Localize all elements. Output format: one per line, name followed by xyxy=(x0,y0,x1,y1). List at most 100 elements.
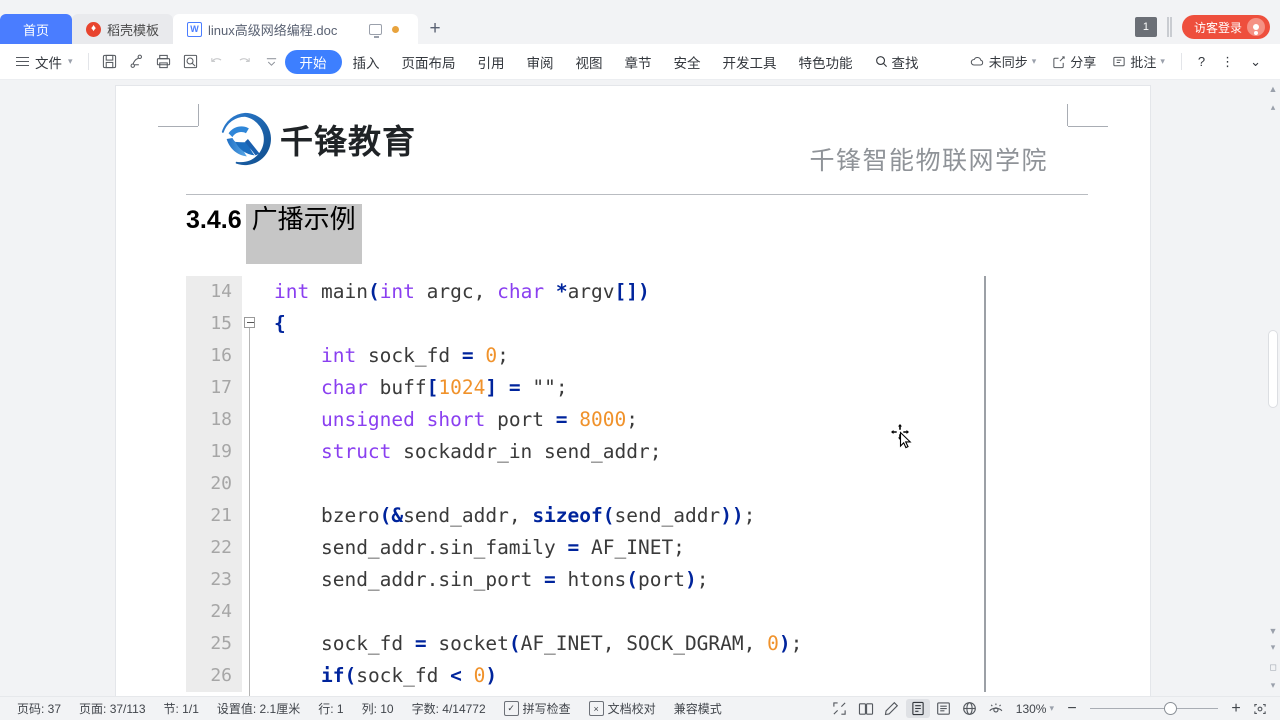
new-tab-button[interactable]: + xyxy=(418,14,452,44)
status-setting-value[interactable]: 设置值: 2.1厘米 xyxy=(208,700,309,717)
sync-status-button[interactable]: 未同步 ▾ xyxy=(963,50,1044,74)
scrollbar-thumb[interactable] xyxy=(1268,330,1278,408)
chevron-down-icon: ▾ xyxy=(1049,703,1054,713)
select-browse-object-button[interactable]: ◻ xyxy=(1267,660,1279,674)
status-spellcheck-label: 拼写检查 xyxy=(522,702,571,716)
fold-collapse-icon[interactable] xyxy=(244,317,255,328)
tab-chapter[interactable]: 章节 xyxy=(614,50,663,74)
status-section[interactable]: 节: 1/1 xyxy=(155,700,208,717)
chevron-down-icon: ▾ xyxy=(68,56,73,66)
code-line: 21 bzero(&send_addr, sizeof(send_addr)); xyxy=(186,500,984,532)
page-view-icon[interactable] xyxy=(905,699,930,718)
code-block[interactable]: 14 int main(int argc, char *argv[]) 15 {16 … xyxy=(186,276,986,696)
outline-view-icon[interactable] xyxy=(932,699,956,718)
fold-guide-line xyxy=(249,628,250,660)
code-line: 26 if(sock_fd < 0) xyxy=(186,660,984,692)
tab-dev-tools[interactable]: 开发工具 xyxy=(712,50,788,74)
share-icon[interactable] xyxy=(123,49,150,75)
fullscreen-icon[interactable] xyxy=(828,699,852,718)
fold-guide-line xyxy=(249,340,250,372)
print-icon[interactable] xyxy=(150,49,177,75)
code-fold-gutter[interactable] xyxy=(242,308,262,696)
help-button[interactable]: ? xyxy=(1191,50,1212,74)
scroll-prev-page-button[interactable]: ▴ xyxy=(1267,100,1279,114)
document-canvas[interactable]: 千锋教育 千锋智能物联网学院 3.4.6 广播示例 14 int main(int… xyxy=(0,80,1280,696)
status-row[interactable]: 行: 1 xyxy=(309,700,352,717)
window-count-badge[interactable]: 1 xyxy=(1134,17,1157,37)
fold-guide-line xyxy=(249,404,250,436)
proofread-icon: × xyxy=(588,701,604,716)
zoom-slider-knob[interactable] xyxy=(1164,702,1177,715)
tab-security[interactable]: 安全 xyxy=(663,50,712,74)
word-doc-icon: W xyxy=(187,21,203,37)
tab-home[interactable]: 首页 xyxy=(0,14,72,44)
status-page-count[interactable]: 页面: 37/113 xyxy=(70,700,154,717)
code-line-text: if(sock_fd < 0) xyxy=(320,664,498,687)
status-page-number[interactable]: 页码: 37 xyxy=(8,700,70,717)
vertical-scrollbar[interactable]: ▲ ▴ ▼ ▾ ◻ ▾ xyxy=(1266,80,1280,696)
web-view-icon[interactable] xyxy=(958,699,982,718)
code-line-text: { xyxy=(274,312,286,335)
status-proofread[interactable]: × 文档校对 xyxy=(580,700,665,717)
code-fold-gutter xyxy=(242,372,262,404)
scroll-page-down-button[interactable]: ▾ xyxy=(1267,678,1279,692)
print-preview-icon[interactable] xyxy=(177,49,204,75)
zoom-slider[interactable] xyxy=(1090,702,1218,716)
document-page[interactable]: 千锋教育 千锋智能物联网学院 3.4.6 广播示例 14 int main(int… xyxy=(116,86,1150,696)
code-line: 18 unsigned short port = 8000; xyxy=(186,404,984,436)
mouse-cursor xyxy=(891,424,917,452)
tab-references[interactable]: 引用 xyxy=(467,50,516,74)
section-heading[interactable]: 3.4.6 广播示例 xyxy=(186,204,362,265)
guest-login-button[interactable]: 访客登录 xyxy=(1181,15,1270,39)
zoom-out-button[interactable]: − xyxy=(1062,700,1082,718)
more-options-button[interactable]: ⋮ xyxy=(1214,50,1241,74)
fold-guide-line xyxy=(249,596,250,628)
scroll-next-page-button[interactable]: ▾ xyxy=(1267,640,1279,654)
tab-review[interactable]: 审阅 xyxy=(516,50,565,74)
redo-icon[interactable] xyxy=(231,49,258,75)
find-button[interactable]: 查找 xyxy=(864,50,930,74)
header-divider-line xyxy=(186,194,1088,195)
status-compat-mode[interactable]: 兼容模式 xyxy=(665,700,731,717)
edit-pen-icon[interactable] xyxy=(880,699,904,718)
zoom-in-button[interactable]: + xyxy=(1226,700,1246,718)
two-page-view-icon[interactable] xyxy=(854,699,878,718)
tab-page-layout[interactable]: 页面布局 xyxy=(391,50,467,74)
heading-text: 广播示例 xyxy=(245,204,362,265)
tab-view[interactable]: 视图 xyxy=(565,50,614,74)
quick-access-dropdown-icon[interactable] xyxy=(258,49,285,75)
unsaved-dot-icon[interactable] xyxy=(392,25,400,33)
code-line-number: 24 xyxy=(186,596,242,628)
code-line-text: int sock_fd = 0; xyxy=(320,344,509,367)
comment-button[interactable]: 批注 ▾ xyxy=(1105,50,1172,74)
status-column[interactable]: 列: 10 xyxy=(353,700,403,717)
file-menu-button[interactable]: 文件 ▾ xyxy=(8,49,81,75)
code-fold-gutter xyxy=(242,436,262,468)
code-line-number: 20 xyxy=(186,468,242,500)
save-icon[interactable] xyxy=(96,49,123,75)
status-bar: 页码: 37 页面: 37/113 节: 1/1 设置值: 2.1厘米 行: 1… xyxy=(0,696,1280,720)
share-button[interactable]: 分享 xyxy=(1045,50,1103,74)
tab-insert[interactable]: 插入 xyxy=(342,50,391,74)
code-line-text: struct sockaddr_in send_addr; xyxy=(320,440,662,463)
status-spellcheck[interactable]: ✓ 拼写检查 xyxy=(495,700,580,717)
scroll-up-button[interactable]: ▲ xyxy=(1267,82,1279,96)
status-word-count[interactable]: 字数: 4/14772 xyxy=(403,700,495,717)
header-corner-right xyxy=(1068,126,1108,127)
undo-icon[interactable] xyxy=(204,49,231,75)
eye-protect-icon[interactable] xyxy=(984,699,1008,718)
tab-start[interactable]: 开始 xyxy=(284,49,342,74)
scroll-down-button[interactable]: ▼ xyxy=(1267,624,1279,638)
fit-page-icon[interactable] xyxy=(1248,699,1272,718)
code-line: 19 struct sockaddr_in send_addr; xyxy=(186,436,984,468)
tab-document-active[interactable]: W linux高级网络编程.doc xyxy=(173,14,419,44)
divider xyxy=(1180,53,1182,70)
fold-guide-line xyxy=(249,500,250,532)
monitor-icon[interactable] xyxy=(369,23,383,38)
tab-special-features[interactable]: 特色功能 xyxy=(788,50,864,74)
zoom-level-button[interactable]: 130% ▾ xyxy=(1010,702,1060,716)
share-out-icon xyxy=(1053,55,1065,68)
collapse-ribbon-button[interactable]: ⌄ xyxy=(1243,50,1268,74)
tab-docer-template[interactable]: ♦ 稻壳模板 xyxy=(72,14,174,44)
code-line-text: send_addr.sin_family = AF_INET; xyxy=(320,536,685,559)
